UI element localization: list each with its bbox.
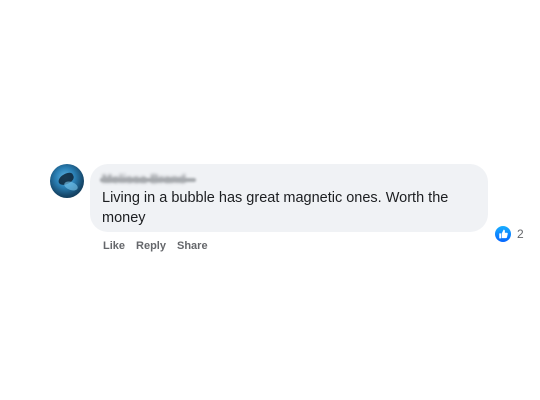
reply-button[interactable]: Reply: [136, 240, 166, 252]
avatar[interactable]: [50, 164, 84, 198]
thumbs-up-icon: [499, 229, 508, 239]
page: Melissa Brand Living in a bubble has gre…: [0, 0, 540, 400]
like-icon: [495, 226, 511, 242]
comment-text: Living in a bubble has great magnetic on…: [102, 190, 449, 226]
like-button[interactable]: Like: [103, 240, 125, 252]
comment-actions: Like Reply Share: [103, 240, 219, 252]
avatar-highlight: [63, 179, 79, 193]
share-button[interactable]: Share: [177, 240, 208, 252]
reaction-summary[interactable]: 2: [494, 225, 528, 243]
reaction-count: 2: [517, 227, 524, 241]
author-redaction: [100, 178, 196, 182]
comment-bubble: Melissa Brand Living in a bubble has gre…: [90, 164, 528, 243]
